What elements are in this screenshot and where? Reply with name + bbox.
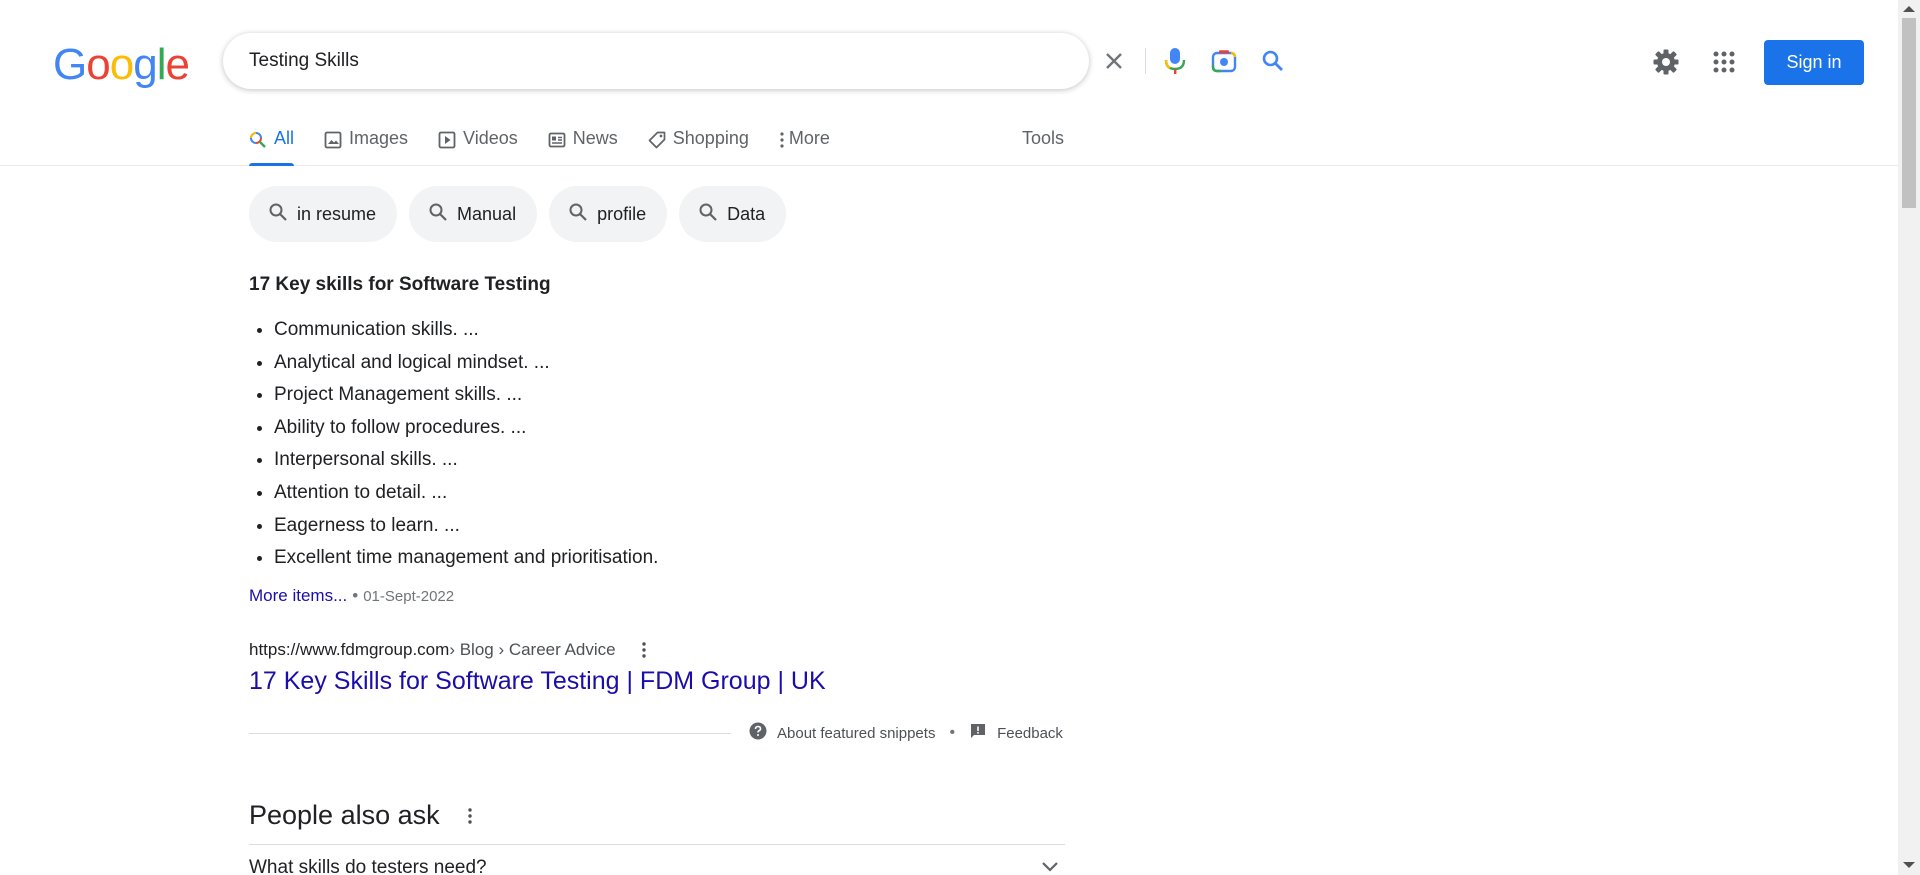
tab-label: Images bbox=[349, 128, 409, 148]
news-icon bbox=[548, 128, 566, 154]
tab-videos[interactable]: Videos bbox=[438, 124, 518, 166]
more-vert-icon[interactable] bbox=[458, 804, 482, 828]
search-divider bbox=[1145, 48, 1146, 74]
cite-path: › Blog › Career Advice bbox=[449, 640, 616, 659]
tab-more[interactable]: More bbox=[779, 124, 830, 166]
header: Google Testing Skills Sign in All Images… bbox=[0, 0, 1898, 166]
tab-shopping[interactable]: Shopping bbox=[648, 124, 749, 166]
list-item: Project Management skills. ... bbox=[274, 379, 658, 412]
list-item: Attention to detail. ... bbox=[274, 477, 658, 510]
chip-label: in resume bbox=[297, 203, 377, 224]
tab-all[interactable]: All bbox=[249, 124, 295, 166]
search-input[interactable] bbox=[249, 33, 839, 89]
chip-in-resume[interactable]: in resume bbox=[249, 186, 398, 242]
logo-letter: o bbox=[109, 40, 135, 89]
tab-label: All bbox=[274, 128, 295, 148]
scroll-down-arrow[interactable] bbox=[1903, 862, 1915, 868]
tools-button[interactable]: Tools bbox=[1022, 128, 1064, 149]
search-box bbox=[223, 33, 1283, 89]
people-also-ask-heading: People also ask bbox=[249, 800, 482, 831]
tab-label: News bbox=[572, 128, 618, 148]
list-item: Ability to follow procedures. ... bbox=[274, 412, 658, 445]
microphone-icon[interactable] bbox=[1160, 46, 1190, 76]
feedback-icon bbox=[969, 722, 987, 744]
logo-letter: o bbox=[86, 40, 111, 89]
list-item: Eagerness to learn. ... bbox=[274, 510, 658, 543]
chip-label: Manual bbox=[457, 203, 517, 224]
feedback-link[interactable]: Feedback bbox=[969, 722, 1063, 744]
chip-label: profile bbox=[597, 203, 647, 224]
tab-label: Shopping bbox=[672, 128, 749, 148]
help-icon bbox=[749, 722, 767, 744]
sign-in-button[interactable]: Sign in bbox=[1764, 40, 1864, 85]
result-cite: https://www.fdmgroup.com › Blog › Career… bbox=[249, 638, 656, 662]
result-title-link[interactable]: 17 Key Skills for Software Testing | FDM… bbox=[249, 667, 826, 696]
divider bbox=[249, 732, 731, 734]
logo-letter: G bbox=[53, 40, 87, 89]
logo-letter: e bbox=[165, 40, 190, 89]
list-item: Communication skills. ... bbox=[274, 314, 658, 347]
search-icon[interactable] bbox=[1258, 46, 1288, 76]
scroll-thumb[interactable] bbox=[1902, 18, 1916, 208]
search-tabs: All Images Videos News Shopping More bbox=[249, 124, 860, 166]
search-icon bbox=[568, 202, 588, 227]
chip-label: Data bbox=[727, 203, 766, 224]
paa-title-text: People also ask bbox=[249, 800, 440, 830]
tab-images[interactable]: Images bbox=[324, 124, 408, 166]
more-vert-icon bbox=[779, 128, 785, 154]
paa-question-text: What skills do testers need? bbox=[249, 857, 487, 875]
gear-icon[interactable] bbox=[1648, 44, 1684, 80]
tab-news[interactable]: News bbox=[548, 124, 618, 166]
logo-letter: g bbox=[133, 40, 158, 89]
snippet-list: Communication skills. ... Analytical and… bbox=[274, 314, 658, 575]
chip-data[interactable]: Data bbox=[679, 186, 787, 242]
google-logo[interactable]: Google bbox=[53, 40, 190, 90]
feedback-label: Feedback bbox=[997, 724, 1063, 742]
separator-dot: • bbox=[949, 724, 956, 741]
paa-question[interactable]: What skills do testers need? bbox=[249, 857, 1065, 875]
play-icon bbox=[438, 128, 456, 154]
refinement-chips: in resume Manual profile Data bbox=[249, 186, 787, 242]
chip-profile[interactable]: profile bbox=[549, 186, 668, 242]
snippet-more-row: More items... • 01-Sept-2022 bbox=[249, 586, 454, 606]
about-label: About featured snippets bbox=[777, 724, 936, 742]
list-item: Excellent time management and prioritisa… bbox=[274, 542, 658, 575]
cite-host[interactable]: https://www.fdmgroup.com bbox=[249, 640, 449, 660]
chip-manual[interactable]: Manual bbox=[409, 186, 538, 242]
clear-icon[interactable] bbox=[1099, 46, 1129, 76]
search-icon bbox=[268, 202, 288, 227]
tab-label: More bbox=[788, 128, 830, 148]
snippet-footer: About featured snippets • Feedback bbox=[249, 721, 1065, 745]
snippet-title: 17 Key skills for Software Testing bbox=[249, 274, 551, 295]
apps-grid-icon[interactable] bbox=[1706, 44, 1742, 80]
about-snippets-link[interactable]: About featured snippets bbox=[749, 722, 935, 744]
list-item: Analytical and logical mindset. ... bbox=[274, 347, 658, 380]
search-icon bbox=[698, 202, 718, 227]
image-icon bbox=[324, 128, 342, 154]
list-item: Interpersonal skills. ... bbox=[274, 444, 658, 477]
scroll-up-arrow[interactable] bbox=[1903, 6, 1915, 12]
tag-icon bbox=[648, 128, 666, 154]
separator-dot: • bbox=[352, 586, 359, 605]
search-icon bbox=[249, 128, 267, 154]
more-vert-icon[interactable] bbox=[632, 638, 656, 662]
divider bbox=[249, 844, 1065, 845]
more-items-link[interactable]: More items... bbox=[249, 586, 347, 605]
search-icon bbox=[428, 202, 448, 227]
scrollbar[interactable] bbox=[1898, 0, 1920, 875]
snippet-date: 01-Sept-2022 bbox=[363, 588, 455, 605]
chevron-down-icon bbox=[1041, 857, 1059, 875]
camera-icon[interactable] bbox=[1209, 46, 1239, 76]
tab-label: Videos bbox=[463, 128, 518, 148]
